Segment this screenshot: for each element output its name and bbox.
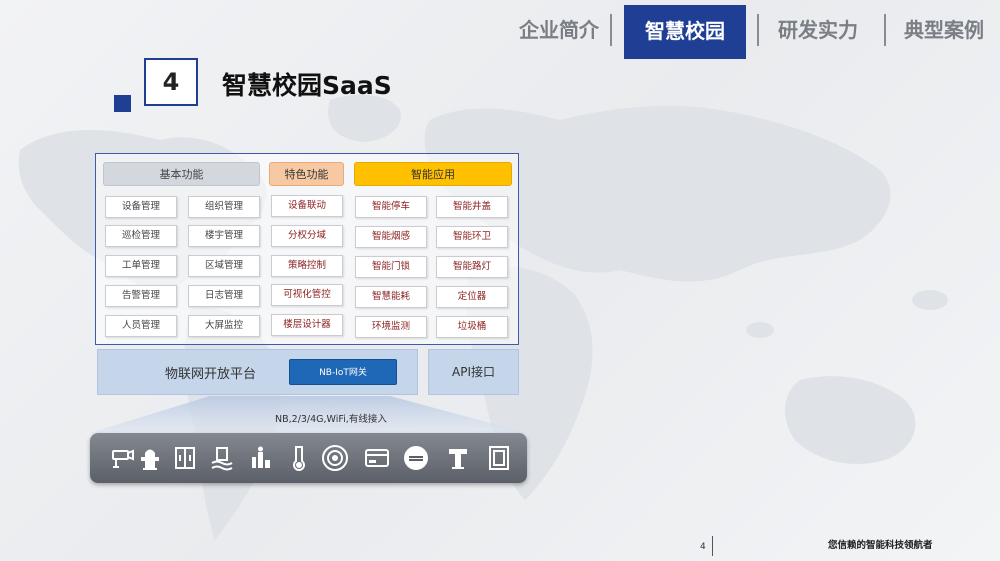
smoke-detector-icon[interactable] [320,443,350,473]
lab-sensor-icon[interactable] [246,443,276,473]
feature-floor-designer[interactable]: 楼层设计器 [271,314,343,336]
category-smart-apps: 智能应用 [354,162,512,186]
feature-workorder-mgmt[interactable]: 工单管理 [105,255,177,277]
feature-patrol-mgmt[interactable]: 巡检管理 [105,225,177,247]
feature-staff-mgmt[interactable]: 人员管理 [105,315,177,337]
app-smart-streetlight[interactable]: 智能路灯 [436,256,508,278]
footer-separator [712,536,713,556]
app-smart-sanitation[interactable]: 智能环卫 [436,226,508,248]
app-smart-smoke[interactable]: 智能烟感 [355,226,427,248]
nav-separator [610,14,612,46]
feature-policy-control[interactable]: 策略控制 [271,255,343,277]
app-locator[interactable]: 定位器 [436,286,508,308]
app-smart-energy[interactable]: 智慧能耗 [355,286,427,308]
tab-smart-campus[interactable]: 智慧校园 [624,5,746,59]
fire-hydrant-icon[interactable] [135,443,165,473]
top-navigation: 企业简介 智慧校园 研发实力 典型案例 [0,0,1000,60]
footer-slogan: 您信赖的智能科技领航者 [828,540,933,551]
nav-separator [884,14,886,46]
api-interface[interactable]: API接口 [428,349,519,395]
page-number: 4 [700,542,706,552]
tab-typical-cases[interactable]: 典型案例 [904,12,984,48]
feature-org-mgmt[interactable]: 组织管理 [188,196,260,218]
feature-rights-domains[interactable]: 分权分域 [271,225,343,247]
feature-visual-control[interactable]: 可视化管控 [271,284,343,306]
feature-device-mgmt[interactable]: 设备管理 [105,196,177,218]
feature-alarm-mgmt[interactable]: 告警管理 [105,285,177,307]
door-lock-icon[interactable] [484,443,514,473]
manhole-icon[interactable] [443,443,473,473]
feature-area-mgmt[interactable]: 区域管理 [188,255,260,277]
feature-screen-monitor[interactable]: 大屏监控 [188,315,260,337]
nb-iot-gateway-button[interactable]: NB-IoT网关 [289,359,397,385]
thermometer-icon[interactable] [284,443,314,473]
card-reader-icon[interactable] [362,443,392,473]
app-smart-manhole[interactable]: 智能井盖 [436,196,508,218]
water-level-icon[interactable] [207,443,237,473]
app-trash-bin[interactable]: 垃圾桶 [436,316,508,338]
tab-rd-strength[interactable]: 研发实力 [778,12,858,48]
feature-log-mgmt[interactable]: 日志管理 [188,285,260,307]
feature-building-mgmt[interactable]: 楼宇管理 [188,225,260,247]
app-smart-lock[interactable]: 智能门锁 [355,256,427,278]
category-special-features: 特色功能 [269,162,344,186]
decorative-square [114,95,131,112]
feature-device-linkage[interactable]: 设备联动 [271,195,343,217]
iot-platform-label: 物联网开放平台 [165,367,257,382]
app-smart-parking[interactable]: 智能停车 [355,196,427,218]
app-env-monitor[interactable]: 环境监测 [355,316,427,338]
street-lamp-icon[interactable] [401,443,431,473]
category-basic-features: 基本功能 [103,162,260,186]
tab-company-intro[interactable]: 企业简介 [519,12,599,48]
camera-icon[interactable] [106,443,136,473]
nav-separator [757,14,759,46]
door-access-icon[interactable] [170,443,200,473]
network-access-label: NB,2/3/4G,WiFi,有线接入 [275,414,387,425]
section-number: 4 [144,58,198,106]
page-title: 智慧校园SaaS [222,71,392,100]
